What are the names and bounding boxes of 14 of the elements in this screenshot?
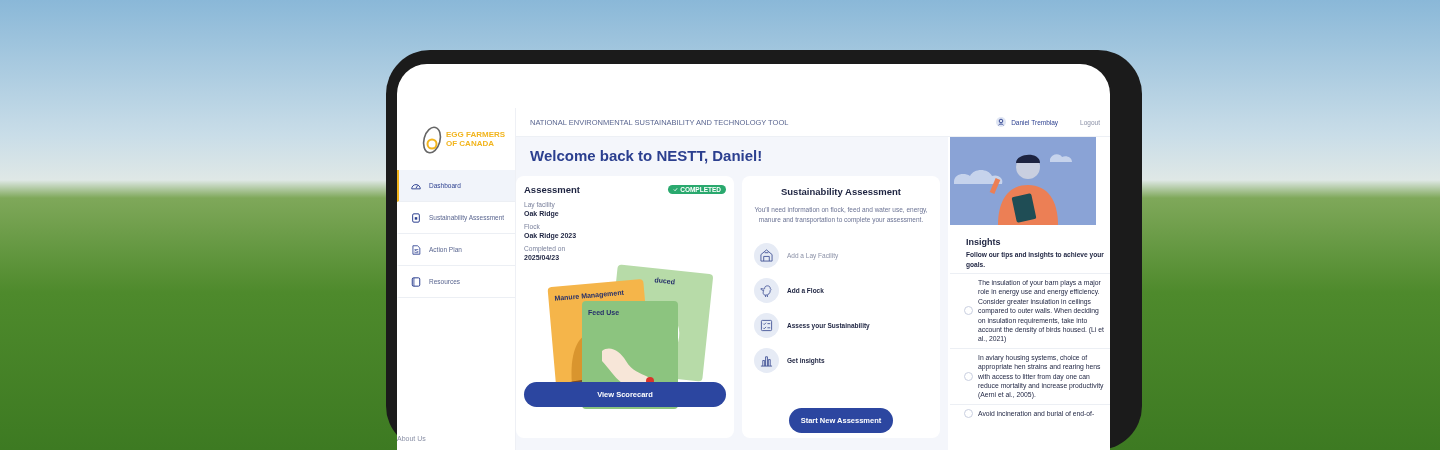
insights-heading: Insights [966,237,1002,247]
barn-icon [760,249,773,262]
bar-chart-icon [760,354,773,367]
welcome-heading: Welcome back to NESTT, Daniel! [530,147,764,164]
user-icon [996,117,1007,127]
card-title: Sustainability Assessment [781,186,901,197]
card-title: Assessment [524,184,580,195]
logo-text: EGG FARMERS [446,130,506,139]
checklist-icon [760,319,773,332]
bird-icon [760,284,773,297]
logo-text: OF CANADA [446,139,495,148]
report-icon [411,244,421,255]
document-icon [411,212,421,223]
book-icon [411,276,421,287]
